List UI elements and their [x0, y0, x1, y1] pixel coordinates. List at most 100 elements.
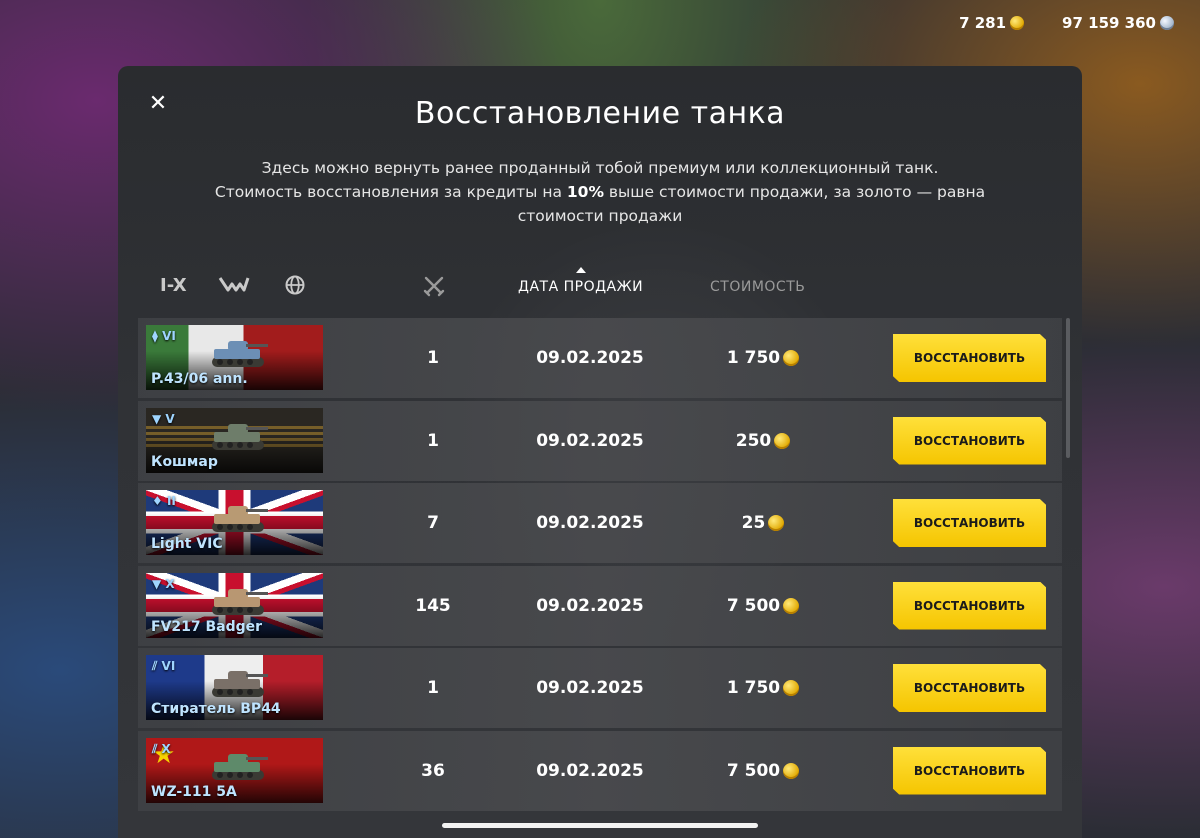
restore-cost: 1 750 [698, 648, 828, 728]
tier-value: X [165, 576, 175, 591]
restore-button[interactable]: ВОССТАНОВИТЬ [893, 664, 1046, 712]
tank-image [212, 671, 268, 697]
globe-icon[interactable] [284, 274, 306, 301]
tier-label: ⧫ VI [152, 329, 176, 343]
dialog-description: Здесь можно вернуть ранее проданный тобо… [178, 156, 1022, 228]
restore-cost: 7 500 [698, 731, 828, 811]
filter-bar: I-X ДАТА ПРОДАЖИ СТОИМОСТЬ [118, 267, 1082, 303]
battles-count: 36 [421, 760, 445, 781]
gold-coin-icon [1010, 16, 1025, 30]
tank-image [212, 506, 268, 532]
tank-thumbnail: ⧫ VI P.43/06 ann. [146, 325, 323, 390]
tier-label: ♦ II [152, 494, 176, 508]
restore-button[interactable]: ВОССТАНОВИТЬ [893, 581, 1046, 630]
gold-amount: 7 281 [959, 14, 1007, 32]
sale-date: 09.02.2025 [536, 513, 644, 533]
tier-label: ▼ X [152, 577, 175, 591]
tank-image [212, 753, 268, 780]
battles-count: 1 [427, 678, 439, 698]
tank-name: Light VIC [151, 536, 223, 552]
tank-row[interactable]: ▼ V Кошмар 1 09.02.2025 250 ВОССТАНОВИТЬ [138, 400, 1062, 481]
tier-value: V [165, 411, 175, 426]
crossed-swords-icon[interactable] [422, 274, 446, 303]
gold-coin-icon [768, 515, 785, 531]
tank-row[interactable]: ▼ X FV217 Badger 145 09.02.2025 7 500 ВО… [138, 565, 1062, 646]
sale-date: 09.02.2025 [536, 595, 644, 616]
gold-coin-icon [783, 350, 800, 366]
sale-date: 09.02.2025 [536, 430, 644, 451]
currency-bar: 7 281 97 159 360 [959, 14, 1174, 32]
description-line-2-start: Стоимость восстановления за кредиты на [214, 183, 567, 201]
sort-by-sale-date[interactable]: ДАТА ПРОДАЖИ [518, 267, 644, 295]
tank-image [212, 341, 268, 367]
tier-value: X [161, 741, 171, 756]
tier-value: VI [162, 329, 176, 343]
credits-balance[interactable]: 97 159 360 [1062, 14, 1174, 32]
tank-name: P.43/06 ann. [151, 371, 248, 387]
tank-class-icon: ⫽ [152, 741, 158, 756]
sale-date: 09.02.2025 [536, 348, 644, 368]
cost-value: 1 750 [726, 348, 781, 368]
battles-count: 145 [415, 595, 451, 616]
sale-date: 09.02.2025 [536, 678, 644, 698]
tank-thumbnail: ▼ V Кошмар [146, 407, 323, 473]
tank-class-icon: ▼ [152, 576, 162, 591]
tank-name: Кошмар [151, 453, 218, 470]
sale-date-label: ДАТА ПРОДАЖИ [518, 279, 644, 295]
scrollbar[interactable] [1066, 318, 1070, 458]
gold-coin-icon [783, 680, 800, 696]
tank-image [212, 423, 268, 450]
restore-button[interactable]: ВОССТАНОВИТЬ [893, 746, 1046, 795]
tank-image [212, 588, 268, 615]
sort-by-cost[interactable]: СТОИМОСТЬ [710, 279, 805, 295]
restore-tank-dialog: ✕ Восстановление танка Здесь можно верну… [118, 66, 1082, 838]
gold-coin-icon [783, 762, 800, 779]
tank-type-filter-icon[interactable] [218, 274, 250, 299]
sort-ascending-icon [575, 267, 586, 273]
tank-name: Стиратель BP44 [151, 701, 281, 717]
battles-count: 7 [427, 513, 439, 533]
battles-count: 1 [427, 348, 439, 368]
tier-value: VI [161, 659, 176, 673]
home-indicator[interactable] [442, 823, 758, 828]
description-line-1: Здесь можно вернуть ранее проданный тобо… [261, 159, 939, 177]
tank-thumbnail: ▼ X FV217 Badger [146, 572, 323, 638]
tank-class-icon: ♦ [152, 494, 163, 508]
cost-value: 250 [735, 430, 772, 451]
tank-row[interactable]: ⫽ VI Стиратель BP44 1 09.02.2025 1 750 В… [138, 648, 1062, 728]
tank-name: FV217 Badger [151, 618, 263, 635]
restore-button[interactable]: ВОССТАНОВИТЬ [893, 499, 1046, 547]
battles-count: 1 [427, 430, 439, 451]
restore-button[interactable]: ВОССТАНОВИТЬ [893, 334, 1046, 382]
tier-label: ⫽ VI [152, 659, 175, 674]
tank-row[interactable]: ♦ II Light VIC 7 09.02.2025 25 ВОССТАНОВ… [138, 483, 1062, 563]
tier-filter-button[interactable]: I-X [160, 275, 187, 296]
tank-class-icon: ▼ [152, 411, 162, 426]
tank-row[interactable]: ⧫ VI P.43/06 ann. 1 09.02.2025 1 750 ВОС… [138, 318, 1062, 398]
restore-cost: 250 [698, 401, 828, 481]
restore-cost: 1 750 [698, 318, 828, 398]
tank-thumbnail: ⫽ VI Стиратель BP44 [146, 655, 323, 720]
gold-balance[interactable]: 7 281 [959, 14, 1025, 32]
cost-value: 25 [741, 513, 766, 533]
credits-coin-icon [1160, 16, 1174, 30]
cost-value: 7 500 [726, 595, 781, 616]
tank-row[interactable]: ⫽ X WZ-111 5A 36 09.02.2025 7 500 ВОССТА… [138, 730, 1062, 811]
credits-amount: 97 159 360 [1062, 14, 1156, 32]
percent-highlight: 10% [566, 183, 604, 201]
restore-cost: 7 500 [698, 566, 828, 646]
sale-date: 09.02.2025 [536, 760, 644, 781]
cost-value: 7 500 [726, 760, 781, 781]
gold-coin-icon [774, 432, 791, 449]
tank-thumbnail: ⫽ X WZ-111 5A [146, 737, 323, 803]
cost-value: 1 750 [726, 678, 781, 698]
tank-class-icon: ⧫ [152, 329, 158, 343]
tank-thumbnail: ♦ II Light VIC [146, 490, 323, 555]
restore-button[interactable]: ВОССТАНОВИТЬ [893, 416, 1046, 465]
tank-name: WZ-111 5A [151, 783, 237, 800]
gold-coin-icon [783, 597, 800, 614]
tier-label: ▼ V [152, 412, 175, 426]
dialog-title: Восстановление танка [414, 96, 786, 131]
tier-value: II [166, 494, 176, 508]
tank-class-icon: ⫽ [152, 659, 158, 673]
